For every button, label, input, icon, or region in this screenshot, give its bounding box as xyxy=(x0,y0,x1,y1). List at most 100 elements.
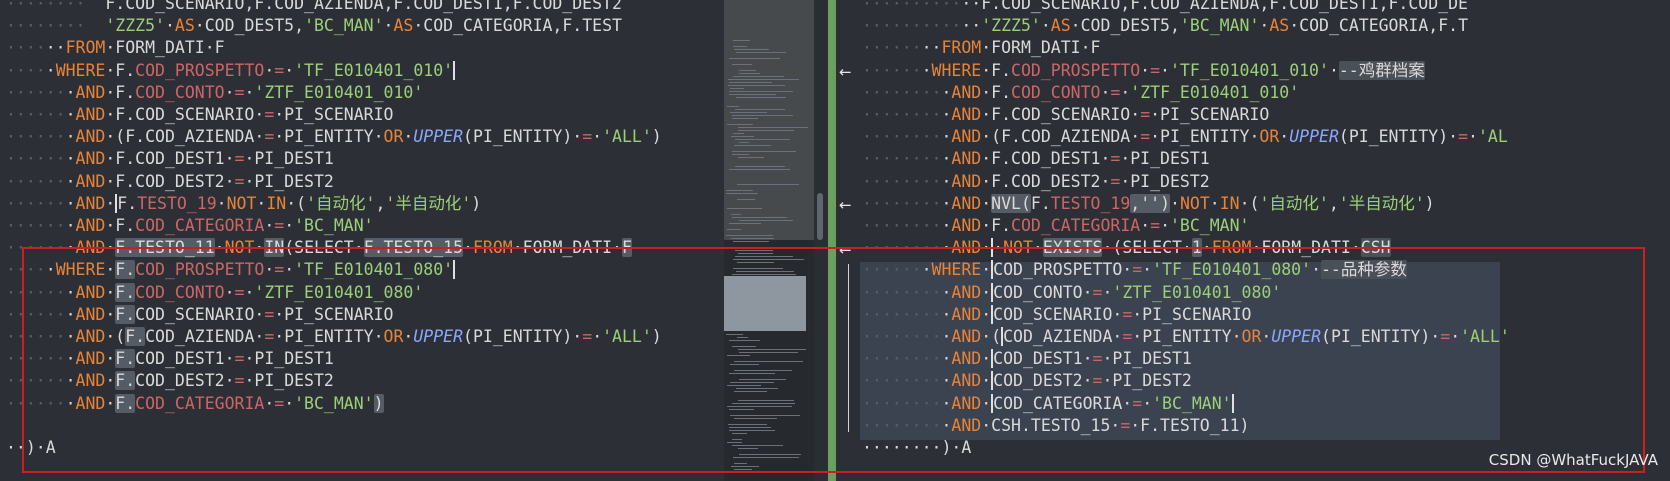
code-line[interactable]: ·········AND· ·NOT·EXISTS·(SELECT·1·FROM·… xyxy=(862,236,1391,259)
code-token: ·COD_CATEGORIA,F.TEST xyxy=(413,16,622,36)
code-token: COD_SCENARIO· xyxy=(993,304,1123,324)
code-token: AND xyxy=(75,349,106,369)
merge-arrow-icon[interactable]: ← xyxy=(839,198,857,213)
minimap-line xyxy=(733,76,784,77)
code-line[interactable]: ·······AND·F.COD_DEST2·=·PI_DEST2 xyxy=(6,170,334,193)
code-token: NOT xyxy=(224,238,255,258)
code-line[interactable]: ·······AND· F.TESTO_19·NOT·IN·('自动化','半自动… xyxy=(6,192,481,215)
vertical-scrollbar[interactable] xyxy=(814,0,826,481)
code-token: ······ xyxy=(6,105,66,124)
code-line[interactable]: ·······AND·(F.COD_AZIENDA·=·PI_ENTITY·OR… xyxy=(6,125,662,148)
code-token: COD_CATEGORIA xyxy=(135,393,265,413)
minimap-line xyxy=(738,253,773,254)
code-line[interactable]: ·······WHERE·F.COD_PROSPETTO·=·'TF_E0104… xyxy=(862,59,1425,82)
code-token: · xyxy=(256,193,267,213)
code-line[interactable]: ·········AND·F.COD_DEST2·=·PI_DEST2 xyxy=(862,170,1210,193)
minimap-line xyxy=(728,79,799,80)
code-token: AND xyxy=(75,327,106,346)
code-token: WHERE xyxy=(55,60,106,80)
merge-arrow-icon[interactable]: ← xyxy=(839,243,857,258)
code-token: COD_CONTO xyxy=(1011,82,1101,102)
code-token: AND xyxy=(951,216,982,235)
code-line[interactable]: ·········AND·F.COD_DEST1·=·PI_DEST1 xyxy=(862,147,1210,170)
minimap-line xyxy=(732,115,793,116)
code-line[interactable]: ·········AND·(F.COD_AZIENDA·=·PI_ENTITY·… xyxy=(862,125,1508,148)
minimap[interactable] xyxy=(724,0,814,481)
code-line[interactable]: ·······AND·F.COD_CATEGORIA·=·'BC_MAN') xyxy=(6,392,384,415)
merge-arrow-icon[interactable]: ← xyxy=(839,65,857,80)
code-line[interactable]: ·······AND·F.COD_SCENARIO·=·PI_SCENARIO xyxy=(6,303,393,326)
code-line[interactable]: ·······AND·F.COD_CATEGORIA·=·'BC_MAN' xyxy=(6,214,374,237)
code-line[interactable]: ·······AND·F.COD_SCENARIO·=·PI_SCENARIO xyxy=(6,103,393,126)
code-token: AND xyxy=(75,193,106,213)
code-token: ········ xyxy=(862,393,942,413)
code-line[interactable]: ·········AND· COD_DEST1·=·PI_DEST1 xyxy=(862,347,1192,370)
code-token: COD_DEST1· xyxy=(135,349,235,369)
code-token: IN xyxy=(266,193,287,213)
code-token: · xyxy=(254,238,265,258)
code-token: · xyxy=(941,282,952,302)
code-line[interactable]: ·········AND·F.COD_CONTO·=·'ZTF_E010401_… xyxy=(862,81,1299,104)
code-line[interactable]: ·········AND· COD_CATEGORIA·=·'BC_MAN' xyxy=(862,392,1234,415)
code-token: AS xyxy=(1269,16,1290,36)
code-line[interactable]: ·······WHERE· COD_PROSPETTO·=·'TF_E010401… xyxy=(862,258,1407,281)
code-token: = xyxy=(1092,349,1103,369)
code-line[interactable]: ·········AND·CSH.TESTO_15·=·F.TESTO_11) xyxy=(862,414,1249,437)
minimap-line xyxy=(729,340,760,341)
scrollbar-thumb[interactable] xyxy=(817,193,823,240)
code-line[interactable]: ········ F.COD_SCENARIO,F.COD_AZIENDA,F.… xyxy=(6,0,622,15)
minimap-line xyxy=(727,406,792,407)
code-line[interactable]: ·········AND·F.COD_CATEGORIA·=·'BC_MAN' xyxy=(862,214,1249,237)
code-line[interactable]: ············F.COD_SCENARIO,F.COD_AZIENDA… xyxy=(862,0,1468,15)
code-line[interactable]: ·········AND· COD_CONTO·=·'ZTF_E010401_08… xyxy=(862,281,1281,304)
code-token: 'BC_MAN' xyxy=(1179,16,1260,36)
code-token: ········ xyxy=(862,105,942,124)
code-token: ·PI_ENTITY· xyxy=(274,327,384,346)
code-line[interactable]: ·········AND· COD_SCENARIO·=·PI_SCENARIO xyxy=(862,303,1251,326)
minimap-line xyxy=(729,427,771,428)
code-line[interactable]: ·······AND·(F.COD_AZIENDA·=·PI_ENTITY·OR… xyxy=(6,325,662,348)
left-code-pane[interactable]: ········ F.COD_SCENARIO,F.COD_AZIENDA,F.… xyxy=(0,0,724,481)
code-line[interactable]: ······FROM·FORM_DATI·F xyxy=(6,36,225,59)
code-line[interactable]: ·········AND·(COD_AZIENDA·=·PI_ENTITY·OR… xyxy=(862,325,1510,348)
code-token: COD_PROSPETTO xyxy=(135,260,265,280)
code-line[interactable]: ········FROM·FORM_DATI·F xyxy=(862,36,1100,59)
code-line[interactable]: ·······AND·F.TESTO_11·NOT·IN(SELECT·F.TE… xyxy=(6,236,632,259)
code-token: = xyxy=(1092,282,1103,302)
code-token: ·PI_SCENARIO xyxy=(274,304,394,324)
code-token: · xyxy=(1120,82,1131,102)
code-token: · xyxy=(45,60,56,80)
code-line[interactable]: ·······AND·F.COD_DEST2·=·PI_DEST2 xyxy=(6,369,334,392)
code-line[interactable]: ·······AND·F.COD_DEST1·=·PI_DEST1 xyxy=(6,147,334,170)
right-code-pane[interactable]: ············F.COD_SCENARIO,F.COD_AZIENDA… xyxy=(860,0,1670,481)
code-token: ·PI_DEST1 xyxy=(1120,149,1210,169)
code-token: WHERE xyxy=(931,60,982,80)
code-line[interactable]: ·········AND·NVL(F.TESTO_19,'')·NOT·IN·(… xyxy=(862,192,1435,215)
code-token: = xyxy=(1122,304,1133,324)
code-line[interactable]: ·······AND·F.COD_DEST1·=·PI_DEST1 xyxy=(6,347,334,370)
code-line[interactable]: ··)·A xyxy=(6,436,56,459)
code-token: ······ xyxy=(6,216,66,235)
code-token: AND xyxy=(951,127,982,147)
code-token: = xyxy=(274,60,285,80)
code-line[interactable]: ············'ZZZ5'·AS·COD_DEST5,'BC_MAN'… xyxy=(862,14,1468,37)
minimap-line xyxy=(726,235,773,236)
code-line[interactable]: ········)·A xyxy=(862,436,971,459)
code-line[interactable]: ·········AND·F.COD_SCENARIO·=·PI_SCENARI… xyxy=(862,103,1269,126)
code-line[interactable]: ·····WHERE·F.COD_PROSPETTO·=·'TF_E010401… xyxy=(6,59,456,82)
code-token: COD_CATEGORIA xyxy=(1011,216,1141,235)
code-line[interactable]: ·······AND·F.COD_CONTO·=·'ZTF_E010401_08… xyxy=(6,281,423,304)
code-token: AND xyxy=(951,371,982,391)
code-token: COD_CATEGORIA xyxy=(135,216,265,235)
code-token: · xyxy=(403,327,414,346)
code-token: FROM xyxy=(472,238,513,258)
code-token: = xyxy=(264,105,275,124)
code-token: 1 xyxy=(1191,238,1202,258)
code-token: ·( xyxy=(981,327,1002,346)
code-line[interactable]: ········ 'ZZZ5'·AS·COD_DEST5,'BC_MAN'·AS… xyxy=(6,14,622,37)
minimap-viewport[interactable] xyxy=(724,0,814,240)
code-line[interactable]: ·······AND·F.COD_CONTO·=·'ZTF_E010401_01… xyxy=(6,81,423,104)
code-token: · xyxy=(65,304,76,324)
code-line[interactable]: ·····WHERE·F.COD_PROSPETTO·=·'TF_E010401… xyxy=(6,258,456,281)
code-line[interactable]: ·········AND· COD_DEST2·=·PI_DEST2 xyxy=(862,369,1192,392)
